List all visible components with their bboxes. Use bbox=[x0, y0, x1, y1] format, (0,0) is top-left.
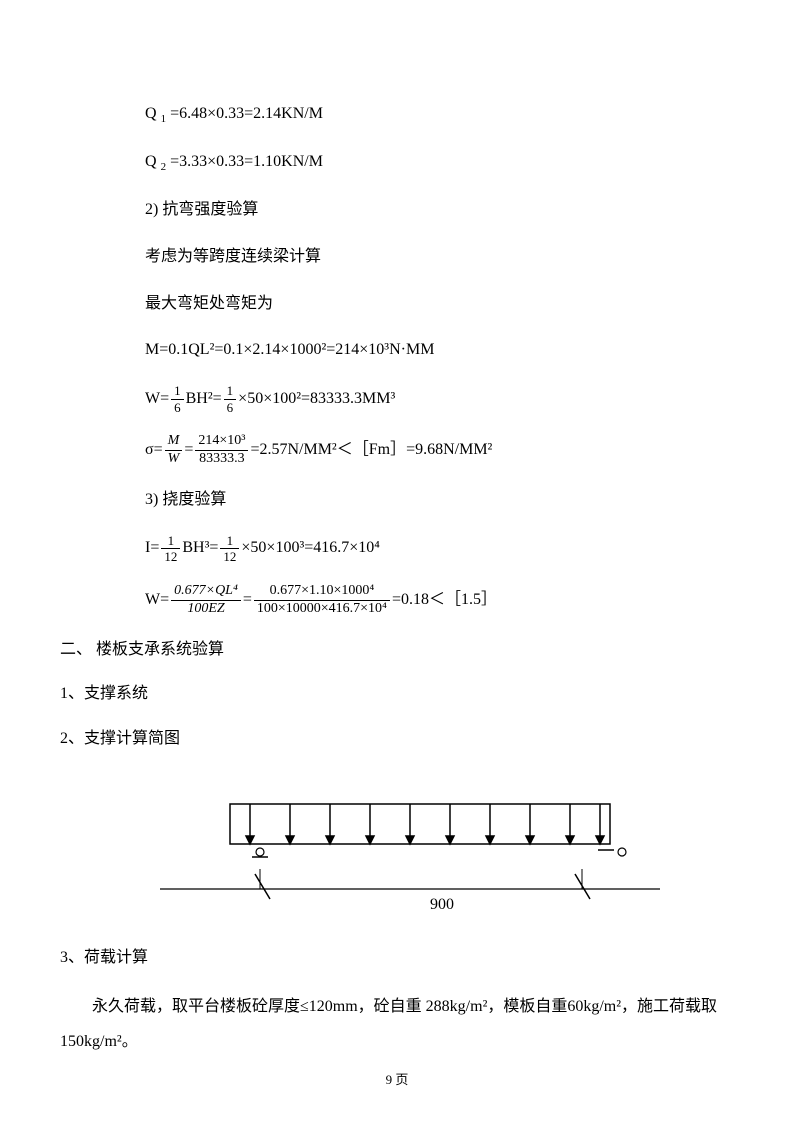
i-frac1: 1 12 bbox=[161, 533, 180, 565]
wd-frac1: 0.677×QL⁴ 100EZ bbox=[171, 583, 241, 618]
q1-rest: =6.48×0.33=2.14KN/M bbox=[170, 105, 323, 122]
wd-pre: W= bbox=[145, 586, 169, 615]
eq-wdef: W= 0.677×QL⁴ 100EZ = 0.677×1.10×1000⁴ 10… bbox=[145, 583, 734, 618]
sigma-frac2: 214×10³ 83333.3 bbox=[195, 433, 248, 468]
eq-i: I= 1 12 BH³= 1 12 ×50×100³=416.7×10⁴ bbox=[145, 533, 734, 565]
sigma-eq: = bbox=[184, 436, 193, 465]
text-2b: 最大弯矩处弯矩为 bbox=[145, 290, 734, 319]
sigma-frac1: M W bbox=[165, 433, 183, 468]
wd-rest: =0.18＜［1.5］ bbox=[392, 586, 497, 615]
w-rest: ×50×100²=83333.3MM³ bbox=[238, 385, 395, 414]
eq-sigma: σ= M W = 214×10³ 83333.3 =2.57N/MM²＜［Fm］… bbox=[145, 433, 734, 468]
section-2-1: 1、支撑系统 bbox=[60, 680, 734, 709]
i-rest: ×50×100³=416.7×10⁴ bbox=[241, 534, 379, 563]
q2-sym: Q bbox=[145, 153, 157, 170]
q2-rest: =3.33×0.33=1.10KN/M bbox=[170, 153, 323, 170]
eq-w: W= 1 6 BH²= 1 6 ×50×100²=83333.3MM³ bbox=[145, 383, 734, 415]
eq-m: M=0.1QL²=0.1×2.14×1000²=214×10³N·MM bbox=[145, 336, 734, 365]
line-q2: Q 2 =3.33×0.33=1.10KN/M bbox=[145, 148, 734, 178]
i-pre: I= bbox=[145, 534, 159, 563]
text-2a: 考虑为等跨度连续梁计算 bbox=[145, 243, 734, 272]
section-2: 二、 楼板支承系统验算 bbox=[60, 636, 734, 665]
heading-2: 2) 抗弯强度验算 bbox=[145, 196, 734, 225]
q1-sub: 1 bbox=[161, 113, 167, 125]
dim-label: 900 bbox=[430, 896, 454, 914]
section-2-3: 3、荷载计算 bbox=[60, 944, 734, 973]
i-frac2: 1 12 bbox=[220, 533, 239, 565]
beam-svg bbox=[160, 794, 660, 924]
page-number: 9 页 bbox=[0, 1069, 794, 1088]
load-paragraph: 永久荷载，取平台楼板砼厚度≤120mm，砼自重 288kg/m²，模板自重60k… bbox=[60, 989, 734, 1059]
wd-eq: = bbox=[243, 586, 252, 615]
wd-frac2: 0.677×1.10×1000⁴ 100×10000×416.7×10⁴ bbox=[254, 583, 390, 618]
w-frac1: 1 6 bbox=[171, 383, 184, 415]
beam-diagram: 900 bbox=[160, 794, 660, 924]
i-mid: BH³= bbox=[182, 534, 218, 563]
w-mid: BH²= bbox=[186, 385, 222, 414]
w-pre: W= bbox=[145, 385, 169, 414]
sigma-sym: σ= bbox=[145, 436, 163, 465]
heading-3: 3) 挠度验算 bbox=[145, 486, 734, 515]
line-q1: Q 1 =6.48×0.33=2.14KN/M bbox=[145, 100, 734, 130]
sigma-rest: =2.57N/MM²＜［Fm］=9.68N/MM² bbox=[250, 436, 492, 465]
q1-sym: Q bbox=[145, 105, 157, 122]
section-2-2: 2、支撑计算简图 bbox=[60, 725, 734, 754]
q2-sub: 2 bbox=[161, 161, 167, 173]
w-frac2: 1 6 bbox=[224, 383, 237, 415]
